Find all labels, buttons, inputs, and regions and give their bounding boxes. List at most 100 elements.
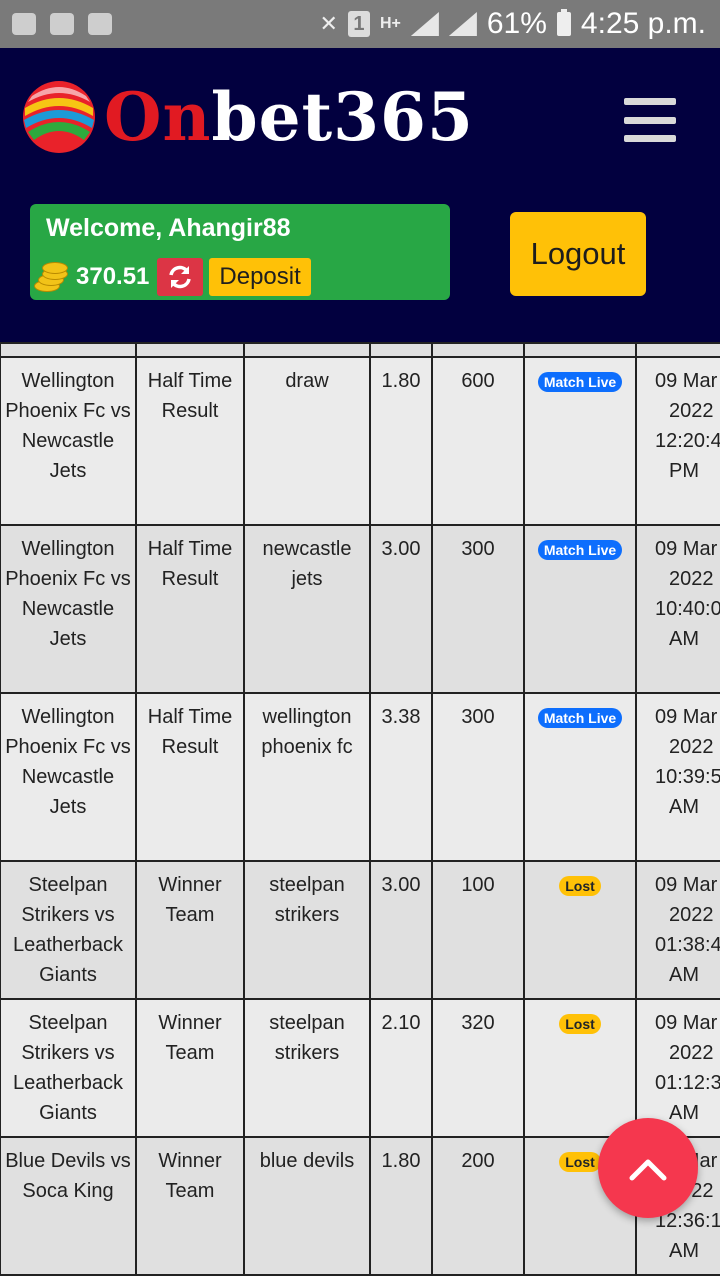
site-header: Onbet365 Welcome, Ahangir88 370.51 Depos… xyxy=(0,48,720,342)
date-year: 2022 xyxy=(669,736,714,758)
selection-cell: steelpan strikers xyxy=(243,998,371,1138)
signal-icon-2 xyxy=(448,12,477,36)
system-icons: ✕ 1 H+ 61% 4:25 p.m. xyxy=(320,7,720,41)
market-cell: Half Time Result xyxy=(135,356,245,526)
date-time: 12:20:49 xyxy=(655,430,720,452)
market-cell: Half Time Result xyxy=(135,524,245,694)
selection-cell: wellington phoenix fc xyxy=(243,692,371,862)
status-badge: Lost xyxy=(559,876,601,896)
match-cell: Wellington Phoenix Fc vs Newcastle Jets xyxy=(0,524,137,694)
market-cell: Winner Team xyxy=(135,860,245,1000)
odds-cell: 3.38 xyxy=(369,692,433,862)
battery-percent: 61% xyxy=(486,7,547,40)
market-cell: Half Time Result xyxy=(135,692,245,862)
notification-icons xyxy=(0,13,112,35)
account-panel: Welcome, Ahangir88 370.51 Deposit xyxy=(30,204,450,300)
selection-cell: blue devils xyxy=(243,1136,371,1276)
odds-cell: 3.00 xyxy=(369,524,433,694)
hamburger-icon[interactable] xyxy=(624,98,676,142)
site-logo[interactable]: Onbet365 xyxy=(20,78,474,156)
date-cell: 09 Mar 2022 01:38:41 AM xyxy=(635,860,720,1000)
table-row: Steelpan Strikers vs Leatherback Giants W… xyxy=(0,998,720,1138)
date-ampm: PM xyxy=(669,460,699,482)
stake-cell: 300 xyxy=(431,524,525,694)
date-year: 2022 xyxy=(669,1042,714,1064)
match-cell: Wellington Phoenix Fc vs Newcastle Jets xyxy=(0,356,137,526)
logo-text-on: On xyxy=(104,78,212,156)
date-year: 2022 xyxy=(669,400,714,422)
refresh-balance-button[interactable] xyxy=(157,258,204,296)
date-date: 09 Mar xyxy=(655,1012,718,1034)
odds-cell: 1.80 xyxy=(369,356,433,526)
coins-icon xyxy=(34,260,68,294)
signal-icon xyxy=(410,12,439,36)
odds-cell: 1.80 xyxy=(369,1136,433,1276)
balance-row: 370.51 Deposit xyxy=(34,258,311,296)
recycle-icon xyxy=(88,13,112,35)
date-time: 01:38:41 xyxy=(655,934,720,956)
scroll-to-top-button[interactable] xyxy=(598,1118,698,1218)
sim-icon: 1 xyxy=(347,11,370,37)
date-cell: 09 Mar202201:12:34AM xyxy=(635,998,720,1138)
mute-icon: ✕ xyxy=(319,11,338,36)
welcome-message: Welcome, Ahangir88 xyxy=(46,214,291,242)
match-cell: Blue Devils vs Soca King xyxy=(0,1136,137,1276)
match-cell: Steelpan Strikers vs Leatherback Giants xyxy=(0,998,137,1138)
date-time: 10:40:08 xyxy=(655,598,720,620)
stake-cell: 200 xyxy=(431,1136,525,1276)
date-ampm: AM xyxy=(669,796,699,818)
clock: 4:25 p.m. xyxy=(580,7,706,40)
table-row: Wellington Phoenix Fc vs Newcastle Jets H… xyxy=(0,356,720,526)
chevron-up-icon xyxy=(629,1159,667,1181)
refresh-icon xyxy=(169,265,192,289)
selection-cell: steelpan strikers xyxy=(243,860,371,1000)
menu-bar xyxy=(624,116,676,124)
status-bar: ✕ 1 H+ 61% 4:25 p.m. xyxy=(0,0,720,48)
status-cell: Match Live xyxy=(523,524,637,694)
market-cell: Winner Team xyxy=(135,998,245,1138)
menu-bar xyxy=(624,135,676,142)
table-row: Steelpan Strikers vs Leatherback Giants W… xyxy=(0,860,720,1000)
selection-cell: draw xyxy=(243,356,371,526)
status-badge: Lost xyxy=(559,1014,601,1034)
notification-icon xyxy=(12,13,36,35)
status-badge: Match Live xyxy=(537,708,623,728)
date-date: 09 Mar xyxy=(655,370,718,392)
odds-cell: 2.10 xyxy=(369,998,433,1138)
status-badge: Match Live xyxy=(537,540,623,560)
status-cell: Lost xyxy=(523,860,637,1000)
date-cell: 09 Mar 2022 10:39:56 AM xyxy=(635,692,720,862)
logo-text-bet365: bet365 xyxy=(211,78,474,156)
logo-text: Onbet365 xyxy=(104,78,474,156)
deposit-button[interactable]: Deposit xyxy=(209,258,311,296)
date-date: 09 Mar xyxy=(655,706,718,728)
stake-cell: 600 xyxy=(431,356,525,526)
date-year: 2022 xyxy=(669,904,714,926)
stake-cell: 100 xyxy=(431,860,525,1000)
battery-icon xyxy=(556,9,571,36)
menu-bar xyxy=(624,98,676,105)
table-row: Wellington Phoenix Fc vs Newcastle Jets H… xyxy=(0,692,720,862)
balance-amount: 370.51 xyxy=(76,263,150,290)
odds-cell: 3.00 xyxy=(369,860,433,1000)
status-badge: Match Live xyxy=(537,372,623,392)
date-ampm: AM xyxy=(669,964,699,986)
status-cell: Match Live xyxy=(523,692,637,862)
table-row-top xyxy=(0,342,720,358)
table-row: Wellington Phoenix Fc vs Newcastle Jets H… xyxy=(0,524,720,694)
date-year: 2022 xyxy=(669,568,714,590)
stake-cell: 320 xyxy=(431,998,525,1138)
status-badge: Lost xyxy=(559,1152,601,1172)
market-cell: Winner Team xyxy=(135,1136,245,1276)
logo-ball-icon xyxy=(23,81,95,153)
date-ampm: AM xyxy=(669,1240,699,1262)
date-date: 09 Mar xyxy=(655,874,718,896)
logout-button[interactable]: Logout xyxy=(510,212,646,296)
stake-cell: 300 xyxy=(431,692,525,862)
date-date: 09 Mar xyxy=(655,538,718,560)
status-cell: Lost xyxy=(523,998,637,1138)
network-type: H+ xyxy=(379,15,401,32)
date-time: 01:12:34 xyxy=(655,1072,720,1094)
date-time: 10:39:56 xyxy=(655,766,720,788)
match-cell: Wellington Phoenix Fc vs Newcastle Jets xyxy=(0,692,137,862)
